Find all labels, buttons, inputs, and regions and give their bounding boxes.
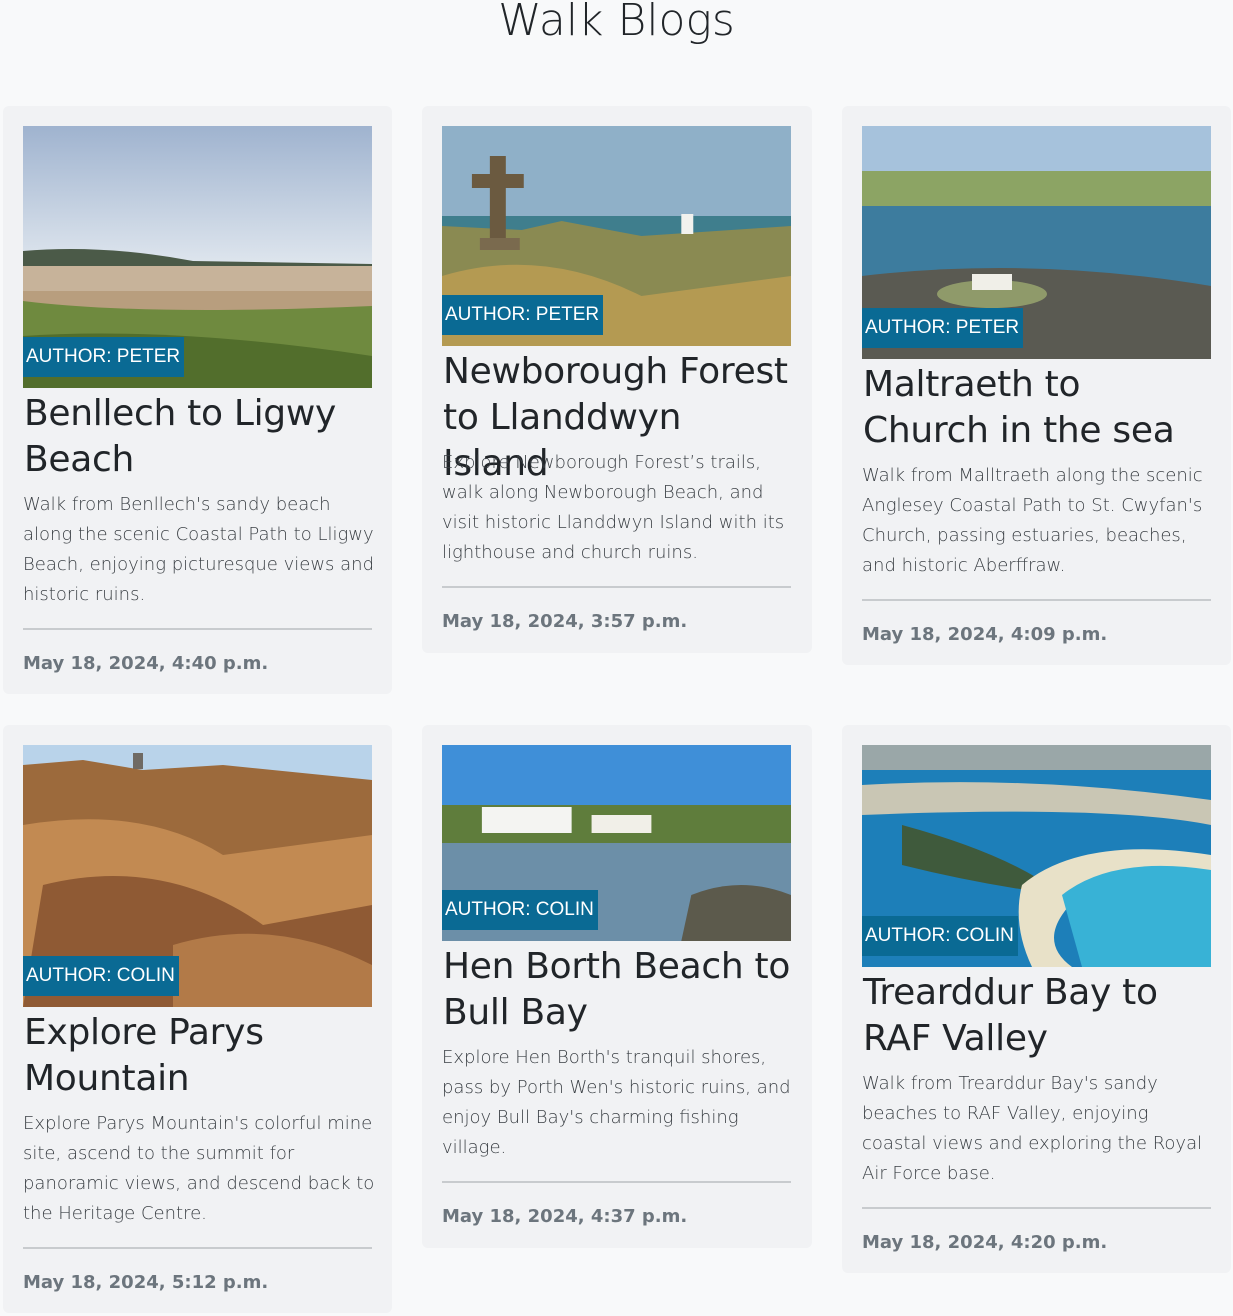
post-date: May 18, 2024, 4:20 p.m.: [862, 1232, 1108, 1253]
page-title: Walk Blogs: [498, 0, 735, 46]
post-excerpt: Walk from Benllech's sandy beach along t…: [23, 494, 375, 605]
author-badge: AUTHOR: COLIN: [23, 956, 179, 996]
author-badge: AUTHOR: COLIN: [442, 890, 598, 930]
post-image[interactable]: AUTHOR: PETER: [23, 126, 372, 388]
post-image[interactable]: AUTHOR: COLIN: [442, 745, 791, 941]
post-date: May 18, 2024, 4:40 p.m.: [23, 653, 269, 674]
post-date: May 18, 2024, 4:09 p.m.: [862, 624, 1108, 645]
author-badge: AUTHOR: PETER: [862, 308, 1024, 348]
post-title[interactable]: Explore Parys Mountain: [24, 1010, 376, 1102]
post-title[interactable]: Hen Borth Beach to Bull Bay: [443, 944, 795, 1036]
post-date: May 18, 2024, 5:12 p.m.: [23, 1272, 269, 1293]
post-excerpt: Walk from Malltraeth along the scenic An…: [862, 465, 1203, 576]
blog-card[interactable]: AUTHOR: PETER Maltraeth to Church in the…: [842, 106, 1231, 665]
blog-card[interactable]: AUTHOR: COLIN Hen Borth Beach to Bull Ba…: [422, 725, 812, 1248]
author-badge: AUTHOR: PETER: [23, 337, 185, 377]
post-image[interactable]: AUTHOR: COLIN: [862, 745, 1211, 967]
post-excerpt: Explore Hen Borth's tranquil shores, pas…: [442, 1047, 791, 1158]
post-image[interactable]: AUTHOR: COLIN: [23, 745, 372, 1007]
divider: [23, 628, 372, 630]
blog-card[interactable]: AUTHOR: PETER Newborough Forest to Lland…: [422, 106, 812, 653]
post-date: May 18, 2024, 4:37 p.m.: [442, 1206, 688, 1227]
post-image[interactable]: AUTHOR: PETER: [442, 126, 791, 346]
blog-card[interactable]: AUTHOR: COLIN Explore Parys Mountain Exp…: [3, 725, 392, 1313]
divider: [862, 1207, 1211, 1209]
author-badge: AUTHOR: COLIN: [862, 916, 1018, 956]
divider: [23, 1247, 372, 1249]
post-excerpt: Walk from Trearddur Bay's sandy beaches …: [862, 1073, 1203, 1184]
blog-card[interactable]: AUTHOR: PETER Benllech to Ligwy Beach Wa…: [3, 106, 392, 694]
divider: [442, 586, 791, 588]
divider: [862, 599, 1211, 601]
post-excerpt: Explore Newborough Forest’s trails, walk…: [442, 452, 785, 563]
post-excerpt: Explore Parys Mountain's colorful mine s…: [23, 1113, 375, 1224]
author-badge: AUTHOR: PETER: [442, 295, 604, 335]
divider: [442, 1181, 791, 1183]
post-title[interactable]: Benllech to Ligwy Beach: [24, 391, 376, 483]
blog-card[interactable]: AUTHOR: COLIN Trearddur Bay to RAF Valle…: [842, 725, 1231, 1273]
post-date: May 18, 2024, 3:57 p.m.: [442, 611, 688, 632]
post-title[interactable]: Maltraeth to Church in the sea: [863, 362, 1215, 454]
post-title[interactable]: Trearddur Bay to RAF Valley: [863, 970, 1215, 1062]
post-image[interactable]: AUTHOR: PETER: [862, 126, 1211, 359]
